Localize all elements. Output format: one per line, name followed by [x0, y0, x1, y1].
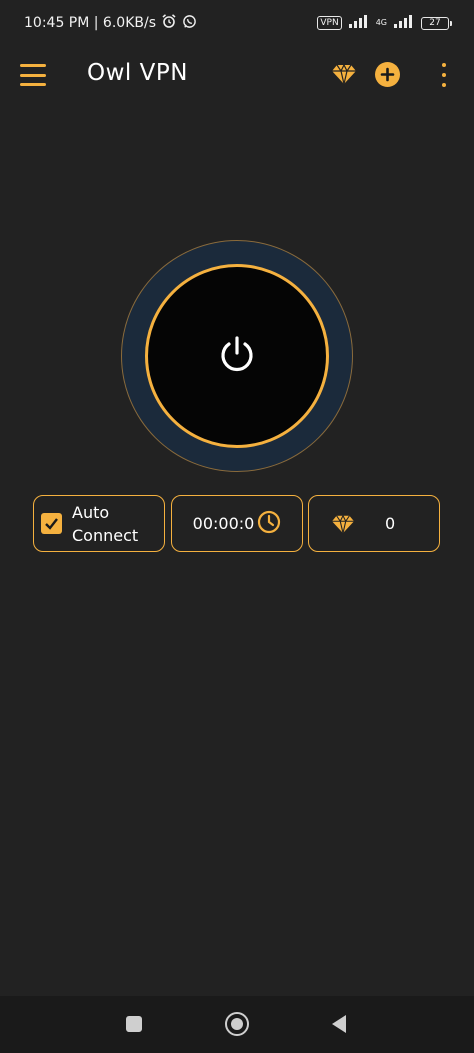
- home-icon[interactable]: [225, 1012, 249, 1036]
- status-left: 10:45 PM | 6.0KB/s: [24, 13, 197, 33]
- power-icon: [217, 334, 257, 378]
- clock-icon: [257, 510, 281, 538]
- timer-card: 00:00:0: [171, 495, 303, 552]
- menu-icon[interactable]: [20, 64, 46, 86]
- auto-connect-line1: Auto: [72, 502, 110, 522]
- app-screen: 10:45 PM | 6.0KB/s VPN 4G 27 Owl VPN Aut…: [0, 0, 474, 1053]
- power-button[interactable]: [145, 264, 329, 448]
- add-plus-icon[interactable]: [375, 62, 400, 87]
- auto-connect-card[interactable]: Auto Connect: [33, 495, 165, 552]
- auto-connect-label: Auto Connect: [72, 501, 138, 547]
- diamond-icon: [331, 513, 355, 539]
- recent-apps-icon[interactable]: [126, 1016, 142, 1032]
- whatsapp-icon: [182, 14, 197, 33]
- network-type: 4G: [375, 18, 387, 27]
- premium-diamond-icon[interactable]: [331, 62, 357, 86]
- auto-connect-checkbox[interactable]: [41, 513, 62, 534]
- status-right: VPN 4G 27: [317, 14, 452, 32]
- signal-icon-2: [393, 14, 415, 32]
- auto-connect-line2: Connect: [72, 525, 139, 545]
- battery-tip: [450, 20, 452, 26]
- back-icon[interactable]: [331, 1014, 347, 1034]
- status-bar: 10:45 PM | 6.0KB/s VPN 4G 27: [0, 0, 474, 46]
- app-bar: Owl VPN: [0, 46, 474, 104]
- alarm-icon: [161, 13, 177, 33]
- system-nav-bar: [0, 996, 474, 1053]
- app-title: Owl VPN: [87, 60, 188, 86]
- signal-icon: [348, 14, 370, 32]
- battery-icon: 27: [421, 16, 452, 30]
- connection-timer: 00:00:0: [192, 514, 255, 533]
- gem-count: 0: [385, 514, 396, 533]
- battery-level: 27: [421, 16, 449, 30]
- vpn-badge: VPN: [317, 16, 342, 30]
- gems-card[interactable]: 0: [308, 495, 440, 552]
- status-time-speed: 10:45 PM | 6.0KB/s: [24, 15, 156, 31]
- more-options-icon[interactable]: [437, 63, 451, 87]
- checkmark-icon: [45, 518, 58, 530]
